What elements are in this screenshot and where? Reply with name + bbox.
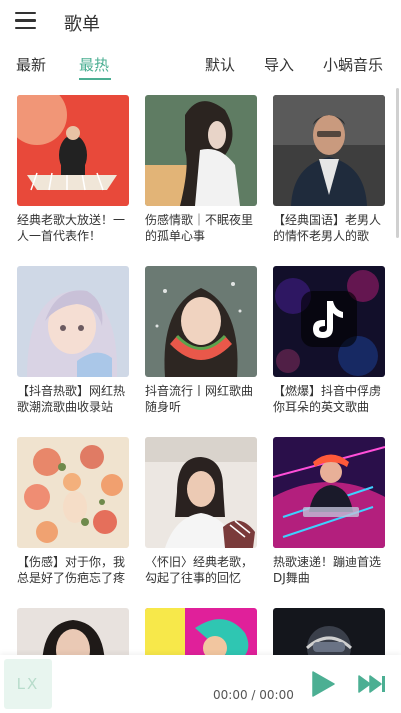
playlist-cover (145, 437, 257, 548)
playlist-card[interactable]: 【经典国语】老男人的情怀老男人的歌 (273, 95, 385, 244)
app-root: 歌单 最新 最热 默认 导入 小蜗音乐 经典老歌大放送！一人一首代表作！ 伤感情… (0, 0, 401, 713)
playlist-card[interactable]: 抖音流行丨网红歌曲随身听 (145, 266, 257, 415)
playlist-grid: 经典老歌大放送！一人一首代表作！ 伤感情歌｜不眠夜里的孤单心事 【经典国语】老男… (0, 95, 401, 655)
source-selector[interactable]: 小蜗音乐 (323, 54, 383, 75)
playlist-title: 【燃爆】抖音中俘虏你耳朵的英文歌曲 (273, 384, 382, 414)
playlist-title: 热歌速递！蹦迪首选DJ舞曲 (273, 555, 382, 585)
playlist-cover (17, 437, 129, 548)
playlist-title: 〈怀旧〉经典老歌，勾起了往事的回忆 (145, 555, 254, 585)
playlist-cover (17, 95, 129, 206)
playlist-title: 【抖音热歌】网红热歌潮流歌曲收录站 (17, 384, 126, 414)
next-track-icon[interactable] (358, 675, 386, 693)
play-icon[interactable] (311, 671, 335, 697)
sort-default-button[interactable]: 默认 (205, 54, 235, 75)
tab-bar: 最新 最热 默认 导入 小蜗音乐 (0, 52, 401, 82)
playlist-cover (17, 608, 129, 655)
scrollbar[interactable] (396, 88, 399, 238)
header: 歌单 (0, 0, 401, 44)
playlist-cover (17, 266, 129, 377)
player-cover-logo[interactable]: LX (4, 659, 52, 709)
import-button[interactable]: 导入 (264, 54, 294, 75)
playlist-cover (273, 608, 385, 655)
playlist-title: 伤感情歌｜不眠夜里的孤单心事 (145, 213, 254, 243)
page-title: 歌单 (64, 14, 100, 35)
playlist-card[interactable]: 经典老歌大放送！一人一首代表作！ (17, 95, 129, 244)
playlist-card[interactable]: 伤感情歌｜不眠夜里的孤单心事 (145, 95, 257, 244)
playlist-title: 【经典国语】老男人的情怀老男人的歌 (273, 213, 382, 243)
playlist-card[interactable] (17, 608, 129, 655)
playlist-cover (145, 95, 257, 206)
playlist-card[interactable]: 【抖音热歌】网红热歌潮流歌曲收录站 (17, 266, 129, 415)
player-time: 00:00 / 00:00 (213, 688, 294, 702)
playlist-card[interactable]: 【燃爆】抖音中俘虏你耳朵的英文歌曲 (273, 266, 385, 415)
playlist-title: 经典老歌大放送！一人一首代表作！ (17, 213, 126, 243)
playlist-card[interactable] (273, 608, 385, 655)
playlist-cover (273, 95, 385, 206)
playlist-title: 抖音流行丨网红歌曲随身听 (145, 384, 254, 414)
tab-active-indicator (79, 78, 111, 80)
playlist-title: 【伤感】对于你，我总是好了伤疤忘了疼 (17, 555, 126, 585)
playlist-cover (273, 266, 385, 377)
player-bar: LX 00:00 / 00:00 (0, 655, 401, 713)
playlist-card[interactable]: 热歌速递！蹦迪首选DJ舞曲 (273, 437, 385, 586)
playlist-card[interactable]: 〈怀旧〉经典老歌，勾起了往事的回忆 (145, 437, 257, 586)
playlist-card[interactable]: 【伤感】对于你，我总是好了伤疤忘了疼 (17, 437, 129, 586)
playlist-cover (273, 437, 385, 548)
playlist-cover (145, 266, 257, 377)
tab-hottest[interactable]: 最热 (79, 54, 109, 75)
tab-latest[interactable]: 最新 (16, 54, 46, 75)
playlist-cover (145, 608, 257, 655)
menu-icon[interactable] (15, 12, 37, 32)
playlist-card[interactable] (145, 608, 257, 655)
